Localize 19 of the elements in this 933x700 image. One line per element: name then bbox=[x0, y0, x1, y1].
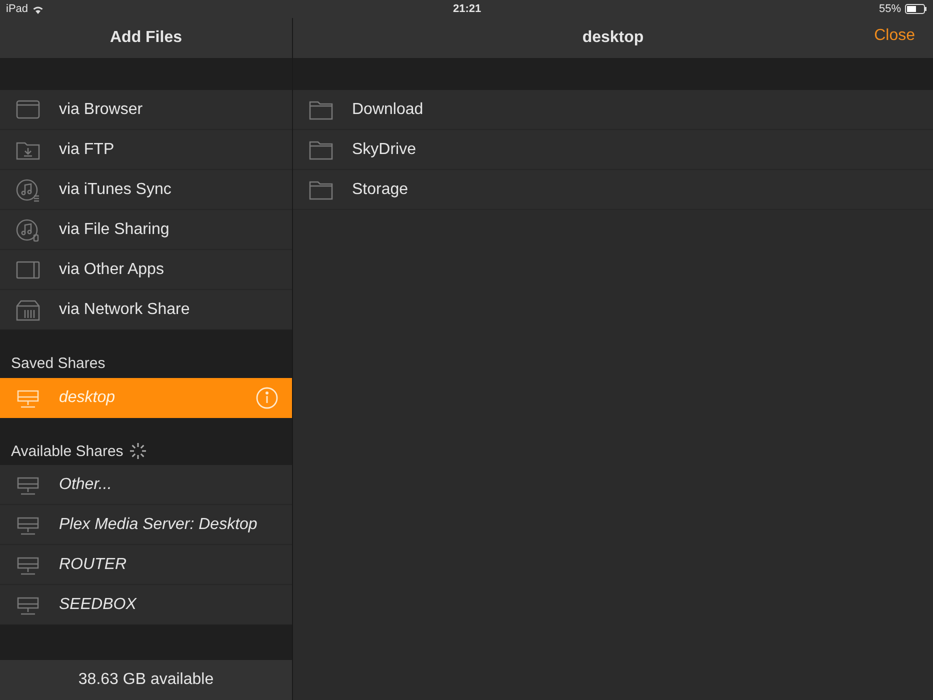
battery-icon bbox=[905, 4, 927, 14]
section-heading: Saved Shares bbox=[11, 355, 106, 372]
folder-title: desktop bbox=[582, 29, 644, 47]
music-note-icon bbox=[15, 178, 41, 202]
battery-percent: 55% bbox=[878, 3, 901, 15]
device-name: iPad bbox=[6, 3, 28, 15]
folder-icon bbox=[308, 138, 334, 160]
clock: 21:21 bbox=[453, 3, 482, 15]
folder-icon bbox=[308, 178, 334, 200]
panel-title: Add Files bbox=[110, 29, 182, 47]
browser-window-icon bbox=[15, 98, 41, 122]
server-icon bbox=[15, 298, 41, 322]
music-note-icon bbox=[15, 218, 41, 242]
info-icon[interactable] bbox=[256, 387, 278, 409]
storage-available: 38.63 GB available bbox=[78, 671, 214, 689]
section-heading: Available Shares bbox=[11, 443, 124, 460]
close-button[interactable]: Close bbox=[874, 27, 915, 45]
wifi-icon bbox=[32, 4, 44, 14]
folder-icon bbox=[308, 98, 334, 120]
